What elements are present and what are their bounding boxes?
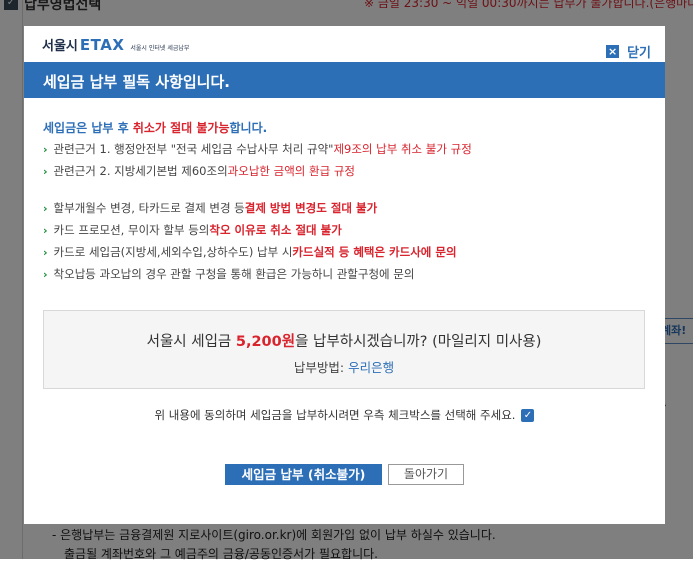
pay-button[interactable]: 세입금 납부 (취소불가) (225, 464, 382, 485)
chevron-right-icon: › (43, 223, 48, 237)
notice-item-text: 카드로 세입금(지방세,세외수입,상하수도) 납부 시 (53, 245, 293, 259)
notice-item-text: 관련근거 1. 행정안전부 "전국 세입금 수납사무 처리 규약" (53, 142, 334, 156)
notice-item-text: 카드 프로모션, 무이자 할부 등의 (53, 223, 210, 237)
chevron-right-icon: › (43, 201, 48, 215)
logo-subtitle: 서울시 인터넷 세금납부 (130, 45, 190, 52)
back-button[interactable]: 돌아가기 (388, 464, 464, 485)
payment-notice-modal: 서울시 ETAX 서울시 인터넷 세금납부 × 닫기 세입금 납부 필독 사항입… (24, 26, 665, 524)
notice-item-highlight: 제9조의 납부 취소 불가 규정 (333, 142, 472, 156)
logo-seoul-text: 서울시 (42, 39, 78, 54)
chevron-right-icon: › (43, 245, 48, 259)
notice-item-highlight: 착오 이유로 취소 절대 불가 (209, 223, 342, 237)
notice-item-text: 관련근거 2. 지방세기본법 제60조의 (53, 164, 228, 178)
notice-item: › 카드 프로모션, 무이자 할부 등의 착오 이유로 취소 절대 불가 (43, 222, 342, 238)
modal-title: 세입금 납부 필독 사항입니다. (43, 73, 230, 91)
main-notice-post: 합니다. (229, 121, 268, 135)
notice-item-text: 할부개월수 변경, 타카드로 결제 변경 등 (53, 201, 245, 215)
notice-item: › 착오납등 과오납의 경우 관할 구청을 통해 환급은 가능하니 관할구청에 … (43, 266, 414, 282)
notice-item-highlight: 결제 방법 변경도 절대 불가 (244, 201, 378, 215)
payment-confirm-question: 서울시 세입금 5,200원을 납부하시겠습니까? (마일리지 미사용) (44, 330, 644, 351)
notice-item: › 관련근거 1. 행정안전부 "전국 세입금 수납사무 처리 규약" 제9조의… (43, 141, 472, 157)
payment-method-label: 납부방법: (293, 360, 349, 375)
logo-etax-text: ETAX (79, 36, 125, 54)
notice-item: › 관련근거 2. 지방세기본법 제60조의 과오납한 금액의 환급 규정 (43, 163, 355, 179)
summary-pre: 서울시 세입금 (146, 334, 236, 350)
close-icon: × (606, 45, 620, 58)
etax-logo: 서울시 ETAX 서울시 인터넷 세금납부 (42, 35, 189, 54)
chevron-right-icon: › (43, 164, 48, 178)
notice-item-highlight: 카드실적 등 혜택은 카드사에 문의 (292, 245, 457, 259)
notice-item-highlight: 과오납한 금액의 환급 규정 (227, 164, 356, 178)
payment-method: 납부방법: 우리은행 (44, 357, 644, 376)
modal-title-bar: 세입금 납부 필독 사항입니다. (24, 62, 665, 98)
close-label: 닫기 (627, 46, 651, 61)
payment-method-value: 우리은행 (348, 360, 395, 375)
summary-post: 을 납부하시겠습니까? (마일리지 미사용) (295, 334, 542, 350)
chevron-right-icon: › (43, 267, 48, 281)
notice-item: › 할부개월수 변경, 타카드로 결제 변경 등 결제 방법 변경도 절대 불가 (43, 200, 377, 216)
payment-amount: 5,200원 (235, 334, 296, 350)
close-button[interactable]: × 닫기 (606, 42, 651, 61)
payment-summary-box: 서울시 세입금 5,200원을 납부하시겠습니까? (마일리지 미사용) 납부방… (43, 310, 645, 389)
agreement-checkbox[interactable]: ✓ (521, 408, 535, 422)
main-notice-highlight: 취소가 절대 불가능 (132, 121, 230, 135)
agreement-row: 위 내용에 동의하며 세입금을 납부하시려면 우측 체크박스를 선택해 주세요.… (24, 407, 665, 423)
notice-item: › 카드로 세입금(지방세,세외수입,상하수도) 납부 시 카드실적 등 혜택은… (43, 244, 457, 260)
notice-item-text: 착오납등 과오납의 경우 관할 구청을 통해 환급은 가능하니 관할구청에 문의 (53, 267, 415, 281)
main-notice: 세입금은 납부 후 취소가 절대 불가능합니다. (43, 119, 267, 136)
chevron-right-icon: › (43, 142, 48, 156)
agreement-text: 위 내용에 동의하며 세입금을 납부하시려면 우측 체크박스를 선택해 주세요. (154, 408, 516, 422)
main-notice-pre: 세입금은 납부 후 (43, 121, 133, 135)
